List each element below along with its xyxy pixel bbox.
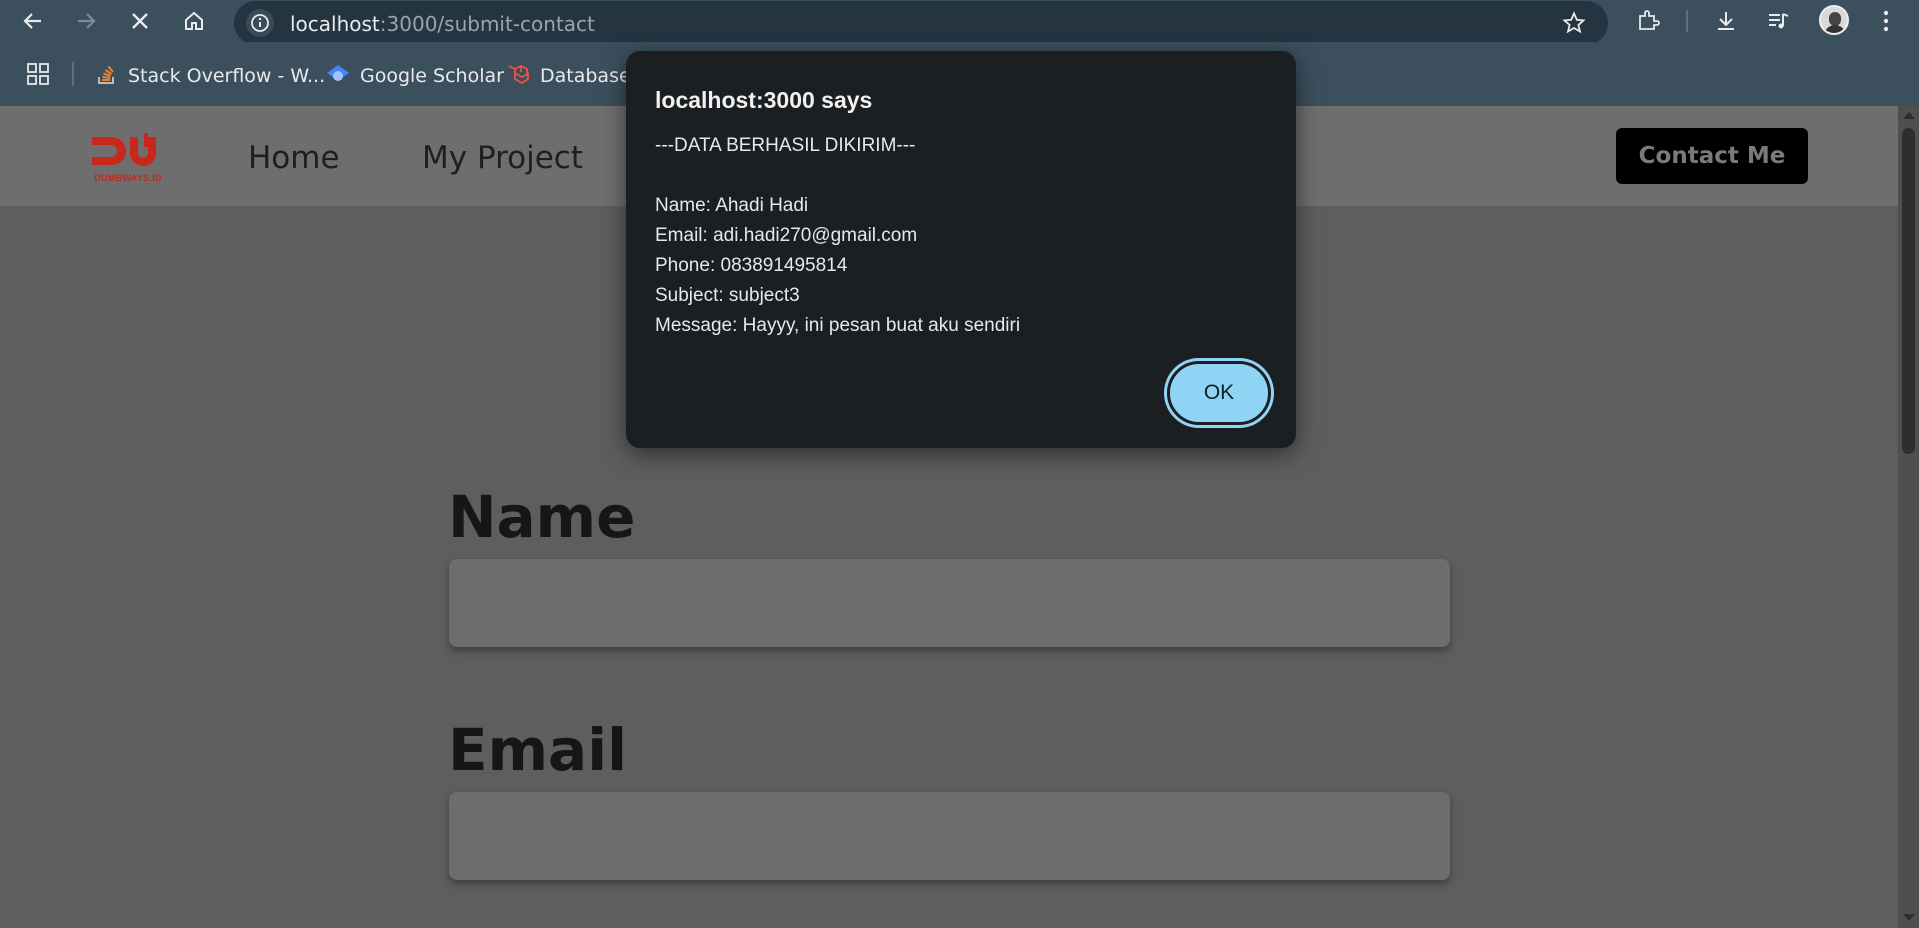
profile-avatar[interactable] [1819, 5, 1849, 35]
address-bar[interactable]: localhost:3000/submit-contact [234, 1, 1608, 45]
name-input[interactable] [449, 559, 1450, 647]
browser-toolbar: localhost:3000/submit-contact [0, 0, 1919, 45]
alert-dialog: localhost:3000 says ---DATA BERHASIL DIK… [626, 51, 1296, 448]
nav-link-home[interactable]: Home [248, 140, 340, 176]
scroll-down-arrow-icon[interactable] [1903, 914, 1915, 921]
nav-link-my-project[interactable]: My Project [422, 140, 583, 176]
url-text[interactable]: localhost:3000/submit-contact [290, 12, 595, 36]
stop-loading-icon[interactable] [124, 5, 156, 37]
bookmark-label: Google Scholar [360, 65, 504, 87]
ok-button[interactable]: OK [1167, 361, 1271, 425]
scroll-up-arrow-icon[interactable] [1903, 112, 1915, 119]
stackoverflow-icon [96, 62, 118, 91]
extensions-icon[interactable] [1632, 5, 1664, 37]
bookmark-stackoverflow[interactable]: Stack Overflow - W... [96, 62, 325, 90]
email-label: Email [448, 716, 627, 784]
logo-text: DUMBWAYS.ID [94, 173, 162, 183]
url-path: :3000/submit-contact [379, 12, 595, 36]
bookmark-star-icon[interactable] [1562, 11, 1586, 40]
dialog-line: Subject: subject3 [655, 285, 800, 306]
dialog-line: Name: Ahadi Hadi [655, 195, 809, 216]
dialog-line: Message: Hayyy, ini pesan buat aku sendi… [655, 315, 1021, 336]
contact-me-button[interactable]: Contact Me [1616, 128, 1808, 184]
dialog-line: Phone: 083891495814 [655, 255, 848, 276]
download-icon[interactable] [1710, 5, 1742, 37]
laravel-icon [506, 62, 530, 91]
menu-kebab-icon[interactable] [1870, 5, 1902, 37]
back-icon[interactable] [17, 5, 49, 37]
name-label: Name [448, 483, 636, 551]
toolbar-divider [1686, 10, 1688, 32]
dialog-title: localhost:3000 says [655, 87, 873, 113]
page-scrollbar[interactable] [1898, 106, 1919, 928]
url-host: localhost [290, 12, 380, 36]
scroll-thumb[interactable] [1902, 128, 1915, 454]
bookmark-label: Stack Overflow - W... [128, 65, 326, 87]
dialog-message: ---DATA BERHASIL DIKIRIM--- Name: Ahadi … [655, 131, 1020, 341]
dialog-line [655, 161, 1020, 191]
forward-icon[interactable] [70, 5, 102, 37]
bookmark-google-scholar[interactable]: Google Scholar [326, 62, 504, 90]
media-control-icon[interactable] [1762, 5, 1794, 37]
email-input[interactable] [449, 792, 1450, 880]
dialog-line: Email: adi.hadi270@gmail.com [655, 225, 918, 246]
dumbways-logo[interactable]: DUMBWAYS.ID [90, 131, 166, 189]
bookmarks-divider [72, 62, 74, 86]
dialog-line: ---DATA BERHASIL DIKIRIM--- [655, 135, 916, 156]
home-icon[interactable] [178, 5, 210, 37]
google-scholar-icon [326, 63, 350, 90]
apps-grid-icon[interactable] [26, 62, 50, 91]
site-info-icon[interactable] [246, 9, 274, 37]
